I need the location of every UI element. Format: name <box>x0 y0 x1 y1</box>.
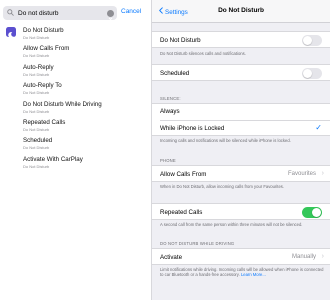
result-subtitle: Do Not Disturb <box>23 71 50 77</box>
silence-locked-option[interactable]: While iPhone is Locked ✓ <box>152 121 330 137</box>
dnd-toggle[interactable] <box>302 35 322 46</box>
activate-row[interactable]: Activate Manually › <box>152 248 330 265</box>
search-results-list: Do Not Disturb Do Not Disturb Allow Call… <box>0 25 151 172</box>
allow-calls-footnote: When in Do Not Disturb, allow incoming c… <box>160 184 285 189</box>
scheduled-row: Scheduled <box>152 64 330 81</box>
toggle-knob <box>303 69 312 78</box>
search-input[interactable] <box>18 6 103 20</box>
search-result-item[interactable]: Repeated Calls Do Not Disturb <box>0 117 151 135</box>
result-subtitle: Do Not Disturb <box>23 145 50 151</box>
chevron-right-icon: › <box>321 170 324 177</box>
result-subtitle: Do Not Disturb <box>23 163 50 169</box>
driving-footnote: Limit notifications while driving. Incom… <box>160 267 325 278</box>
dnd-label: Do Not Disturb <box>160 37 201 44</box>
search-result-item[interactable]: Auto-Reply To Do Not Disturb <box>0 80 151 98</box>
allow-calls-value: Favourites <box>287 171 316 177</box>
dnd-footnote: Do Not Disturb silences calls and notifi… <box>160 51 246 56</box>
result-subtitle: Do Not Disturb <box>23 108 50 114</box>
repeated-calls-row: Repeated Calls <box>152 203 330 220</box>
learn-more-link[interactable]: Learn More... <box>241 272 266 277</box>
search-bar[interactable] <box>3 6 117 21</box>
driving-header: DO NOT DISTURB WHILE DRIVING <box>160 241 235 246</box>
silence-header: SILENCE: <box>160 96 181 101</box>
search-icon <box>7 9 14 16</box>
result-title: Auto-Reply <box>23 63 54 71</box>
result-title: Do Not Disturb While Driving <box>23 100 102 108</box>
toggle-knob <box>303 36 312 45</box>
settings-detail-panel: Settings Do Not Disturb Do Not Disturb D… <box>152 0 330 300</box>
search-result-item[interactable]: Scheduled Do Not Disturb <box>0 135 151 153</box>
result-title: Auto-Reply To <box>23 82 62 90</box>
activate-value: Manually <box>291 254 316 260</box>
silence-group: Always While iPhone is Locked ✓ <box>152 103 330 136</box>
search-result-item[interactable]: Auto-Reply Do Not Disturb <box>0 62 151 80</box>
search-result-item[interactable]: Activate With CarPlay Do Not Disturb <box>0 154 151 172</box>
moon-icon <box>6 27 16 39</box>
allow-calls-label: Allow Calls From <box>160 171 207 178</box>
chevron-right-icon: › <box>321 253 324 260</box>
search-result-item[interactable]: Do Not Disturb Do Not Disturb <box>0 25 151 43</box>
result-subtitle: Do Not Disturb <box>23 35 50 40</box>
always-label: Always <box>160 108 180 115</box>
result-subtitle: Do Not Disturb <box>23 90 50 96</box>
clear-icon[interactable] <box>107 9 114 21</box>
search-result-item[interactable]: Do Not Disturb While Driving Do Not Dist… <box>0 99 151 117</box>
repeated-calls-label: Repeated Calls <box>160 209 203 216</box>
cancel-button[interactable]: Cancel <box>121 8 141 15</box>
navigation-bar: Settings Do Not Disturb <box>152 0 330 23</box>
toggle-knob <box>312 208 321 217</box>
result-title: Repeated Calls <box>23 118 66 126</box>
activate-label: Activate <box>160 254 183 261</box>
repeated-calls-toggle[interactable] <box>302 207 322 218</box>
dnd-row: Do Not Disturb <box>152 31 330 48</box>
result-subtitle: Do Not Disturb <box>23 126 50 132</box>
page-title: Do Not Disturb <box>218 7 264 14</box>
result-title: Do Not Disturb <box>23 27 64 34</box>
allow-calls-row[interactable]: Allow Calls From Favourites › <box>152 165 330 182</box>
search-panel: Cancel Do Not Disturb Do Not Disturb All… <box>0 0 151 300</box>
search-result-item[interactable]: Allow Calls From Do Not Disturb <box>0 43 151 61</box>
scheduled-label: Scheduled <box>160 70 190 77</box>
repeated-calls-footnote: A second call from the same person withi… <box>160 222 303 227</box>
scheduled-toggle[interactable] <box>302 68 322 79</box>
phone-header: PHONE <box>160 158 176 163</box>
result-title: Activate With CarPlay <box>23 155 83 163</box>
checkmark-icon: ✓ <box>315 123 322 132</box>
result-subtitle: Do Not Disturb <box>23 53 50 59</box>
locked-label: While iPhone is Locked <box>160 124 225 132</box>
result-title: Allow Calls From <box>23 45 70 53</box>
result-title: Scheduled <box>23 137 53 145</box>
silence-always-option[interactable]: Always <box>152 104 330 120</box>
silence-footnote: Incoming calls and notifications will be… <box>160 138 291 143</box>
